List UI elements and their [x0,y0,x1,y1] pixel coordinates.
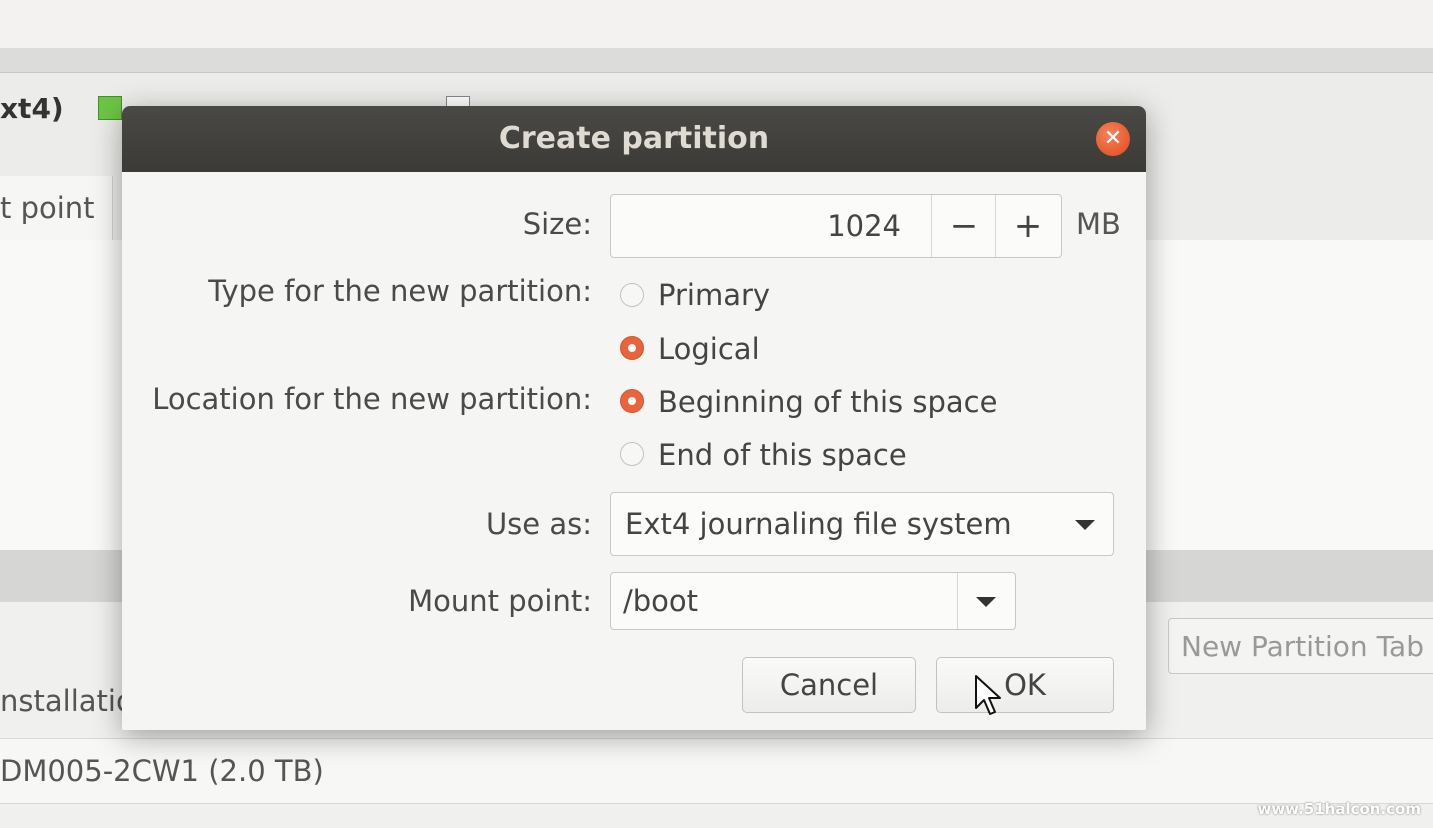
boot-device-combo[interactable]: DM005-2CW1 (2.0 TB) [0,738,1433,804]
partition-color-swatch [98,96,122,120]
radio-logical[interactable] [620,336,644,360]
close-icon[interactable]: ✕ [1096,122,1130,156]
size-unit: MB [1076,207,1121,241]
partition-bar-label: xt4) [0,92,64,125]
radio-beginning[interactable] [620,389,644,413]
mount-point-input[interactable]: /boot [623,573,698,629]
use-as-value: Ext4 journaling file system [625,507,1012,541]
combo-divider [957,573,958,629]
size-input[interactable]: 1024 [611,195,901,257]
chevron-down-icon[interactable] [976,597,996,607]
radio-primary[interactable] [620,283,644,307]
size-label: Size: [522,207,592,241]
radio-end[interactable] [620,442,644,466]
cancel-button[interactable]: Cancel [742,657,916,713]
column-header-mount-point[interactable]: t point [0,176,113,240]
type-label: Type for the new partition: [208,274,592,308]
watermark: www.51halcon.com [1257,800,1421,818]
mount-point-label: Mount point: [408,584,592,618]
increment-button[interactable]: + [995,195,1060,257]
new-partition-table-button[interactable]: New Partition Tab [1168,618,1433,674]
ok-button[interactable]: OK [936,657,1114,713]
radio-end-label[interactable]: End of this space [658,438,907,472]
location-label: Location for the new partition: [152,382,592,416]
dialog-title: Create partition [498,121,770,156]
size-spinbox[interactable]: 1024 − + [610,194,1062,258]
radio-beginning-label[interactable]: Beginning of this space [658,385,997,419]
mouse-cursor-icon [975,675,1001,715]
create-partition-dialog: Create partition ✕ Size: 1024 − + MB Typ… [122,106,1146,730]
installer-window-topbar [0,0,1433,48]
installer-header-band [0,48,1433,73]
chevron-down-icon [1075,520,1095,530]
use-as-label: Use as: [485,507,592,541]
decrement-button[interactable]: − [931,195,996,257]
use-as-dropdown[interactable]: Ext4 journaling file system [610,492,1114,556]
radio-primary-label[interactable]: Primary [658,278,770,312]
mount-point-combo[interactable]: /boot [610,572,1016,630]
radio-logical-label[interactable]: Logical [658,332,760,366]
